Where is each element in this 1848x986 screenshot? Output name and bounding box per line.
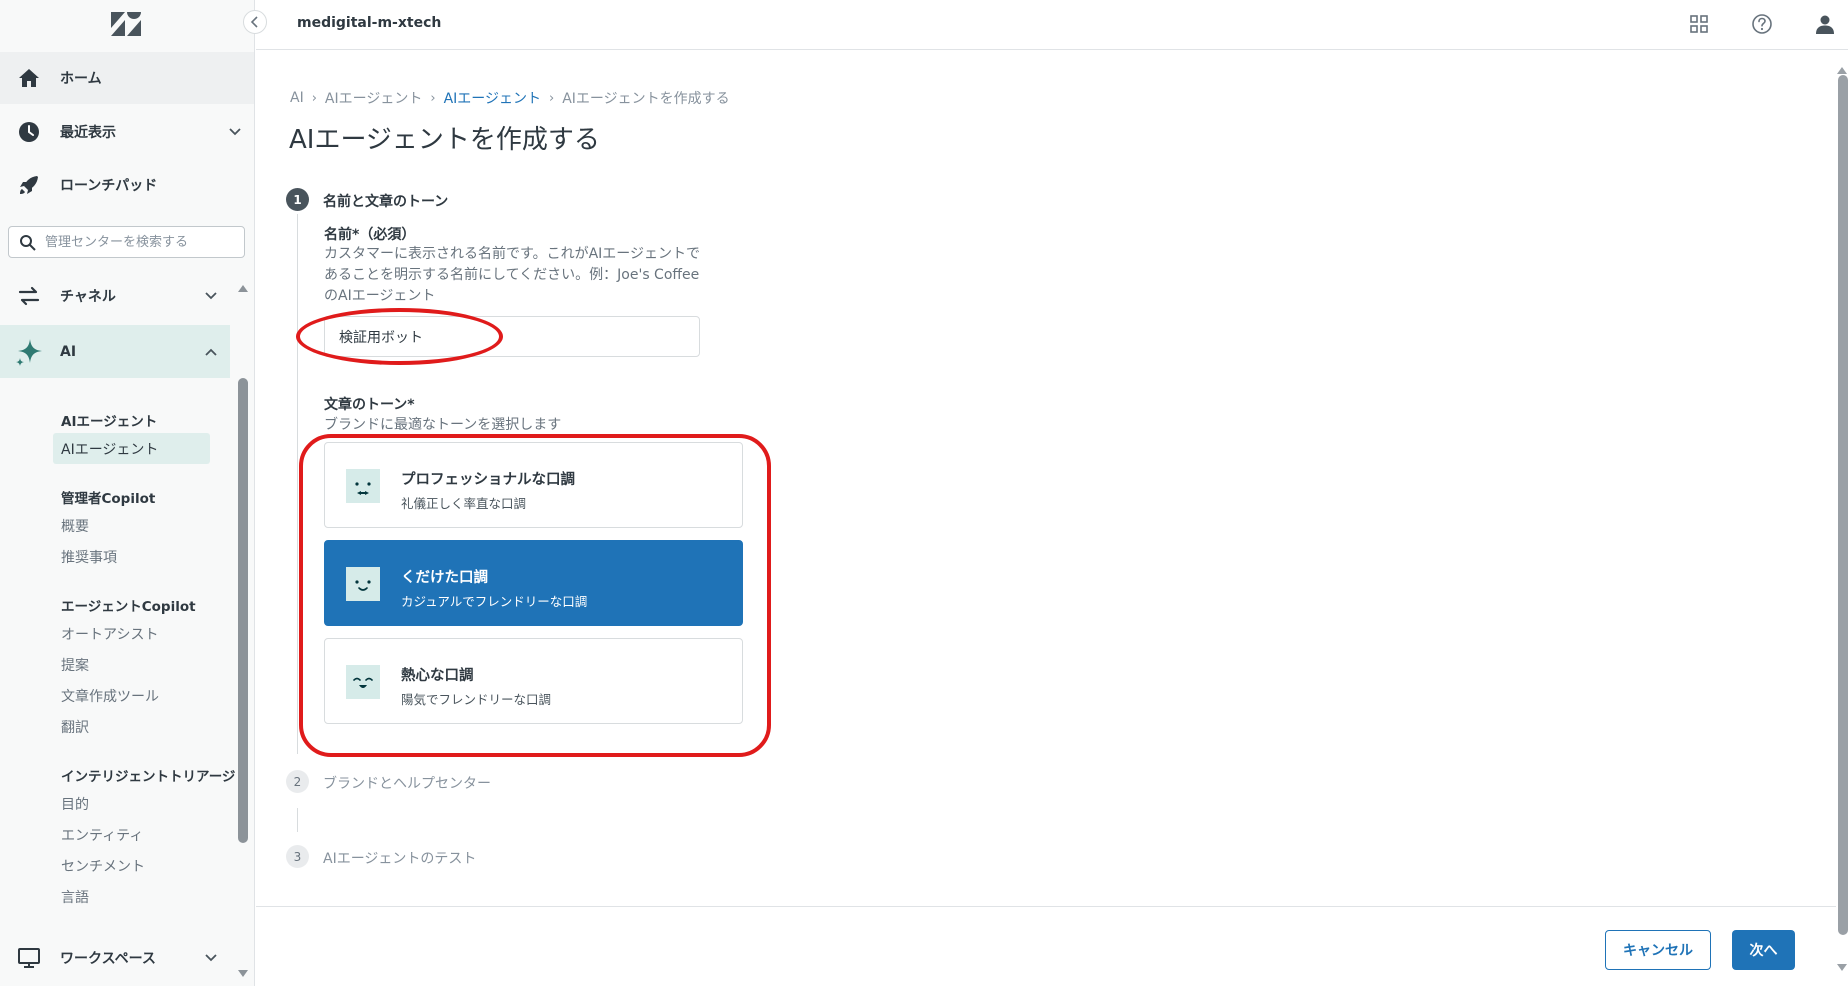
agent-copilot-heading: エージェントCopilot	[61, 599, 196, 615]
breadcrumb-ai-agents-1[interactable]: AIエージェント	[325, 88, 422, 108]
chevron-right-icon: ›	[430, 90, 436, 106]
workspace-name: medigital-m-xtech	[297, 15, 442, 31]
collapse-sidebar-button[interactable]	[243, 10, 267, 34]
intelligent-triage-heading: インテリジェントトリアージ	[61, 769, 236, 785]
breadcrumb: AI › AIエージェント › AIエージェント › AIエージェントを作成する	[290, 88, 730, 108]
page-title: AIエージェントを作成する	[289, 125, 600, 155]
nav-home-label: ホーム	[60, 71, 102, 87]
admin-copilot-heading: 管理者Copilot	[61, 491, 156, 507]
nav-ai[interactable]: AI	[0, 325, 230, 378]
sidebar-item-intent[interactable]: 目的	[61, 794, 89, 814]
sidebar-item-sentiment[interactable]: センチメント	[61, 856, 145, 876]
nav-ai-label: AI	[60, 343, 77, 360]
sidebar-item-overview[interactable]: 概要	[61, 516, 89, 536]
search-icon	[20, 235, 36, 251]
nav-launchpad[interactable]: ローンチパッド	[0, 159, 254, 211]
search-input[interactable]	[45, 231, 240, 253]
chevron-down-icon	[229, 128, 241, 136]
admin-search-box[interactable]	[8, 226, 245, 258]
cancel-button[interactable]: キャンセル	[1605, 930, 1711, 970]
arrows-exchange-icon	[18, 286, 40, 306]
scroll-up-arrow-icon[interactable]	[237, 282, 249, 294]
name-help-line-2: あることを明示する名前にしてください。例：Joe's Coffee	[324, 267, 700, 283]
chevron-right-icon: ›	[311, 90, 317, 106]
nav-recent-label: 最近表示	[60, 125, 116, 141]
footer-divider	[256, 906, 1848, 907]
home-icon	[19, 69, 39, 87]
annotation-ellipse	[296, 308, 503, 365]
sidebar-item-recommendations[interactable]: 推奨事項	[61, 547, 117, 567]
sidebar-item-auto-assist[interactable]: オートアシスト	[61, 624, 158, 644]
sparkle-icon	[16, 338, 42, 366]
sidebar-item-ai-agent[interactable]: AIエージェント	[53, 433, 210, 464]
nav-launchpad-label: ローンチパッド	[60, 178, 158, 194]
name-field-help: カスタマーに表示される名前です。これがAIエージェントで あることを明示する名前…	[324, 244, 724, 307]
sidebar: ホーム 最近表示 ローンチパッド チャネル AI AIエージェント AIエージェ…	[0, 0, 255, 986]
step-2-number: 2	[286, 770, 309, 793]
scroll-down-arrow-icon[interactable]	[1836, 962, 1848, 974]
nav-home[interactable]: ホーム	[0, 52, 254, 104]
grid-icon[interactable]	[1688, 13, 1710, 35]
name-help-line-3: のAIエージェント	[324, 288, 436, 304]
nav-channel-label: チャネル	[60, 289, 116, 305]
step-connector-line	[297, 808, 298, 832]
top-bar: medigital-m-xtech	[256, 0, 1848, 50]
zendesk-logo-icon[interactable]	[110, 10, 142, 38]
sidebar-item-translation[interactable]: 翻訳	[61, 717, 89, 737]
scroll-down-arrow-icon[interactable]	[237, 968, 249, 980]
nav-channel[interactable]: チャネル	[0, 270, 230, 322]
sidebar-item-writing-tools[interactable]: 文章作成ツール	[61, 686, 159, 706]
rocket-icon	[20, 176, 38, 194]
breadcrumb-ai[interactable]: AI	[290, 90, 304, 106]
step-connector-line	[297, 214, 298, 754]
nav-recent[interactable]: 最近表示	[0, 106, 254, 158]
chevron-down-icon	[205, 292, 217, 300]
sidebar-item-suggestions[interactable]: 提案	[61, 655, 89, 675]
sidebar-scrollbar-thumb[interactable]	[238, 378, 248, 843]
step-3-label: AIエージェントのテスト	[323, 851, 477, 867]
breadcrumb-ai-agents-2[interactable]: AIエージェント	[444, 88, 541, 108]
tone-field-label: 文章のトーン*	[324, 397, 415, 413]
name-help-line-1: カスタマーに表示される名前です。これがAIエージェントで	[324, 246, 701, 262]
step-2-label: ブランドとヘルプセンター	[323, 776, 491, 792]
chevron-right-icon: ›	[549, 90, 555, 106]
tone-field-help: ブランドに最適なトーンを選択します	[324, 417, 562, 433]
step-1-number: 1	[286, 188, 309, 211]
user-icon[interactable]	[1814, 13, 1836, 35]
step-1-label: 名前と文章のトーン	[323, 194, 449, 210]
sidebar-item-language[interactable]: 言語	[61, 887, 89, 907]
main-scrollbar-thumb[interactable]	[1838, 75, 1848, 935]
breadcrumb-current: AIエージェントを作成する	[562, 91, 730, 107]
step-3-number: 3	[286, 845, 309, 868]
ai-agent-heading: AIエージェント	[61, 414, 158, 430]
next-button[interactable]: 次へ	[1732, 930, 1795, 970]
nav-workspace[interactable]: ワークスペース	[0, 932, 230, 984]
chevron-down-icon	[205, 954, 217, 962]
name-field-label: 名前*（必須）	[324, 227, 416, 243]
nav-workspace-label: ワークスペース	[60, 951, 156, 967]
chevron-left-icon	[250, 16, 258, 28]
clock-icon	[19, 122, 39, 142]
chevron-up-icon	[205, 348, 217, 356]
sidebar-item-entities[interactable]: エンティティ	[61, 825, 143, 845]
annotation-rectangle	[299, 434, 771, 757]
sidebar-item-ai-agent-label: AIエージェント	[61, 442, 159, 458]
monitor-icon	[18, 948, 40, 968]
help-icon[interactable]	[1751, 13, 1773, 35]
